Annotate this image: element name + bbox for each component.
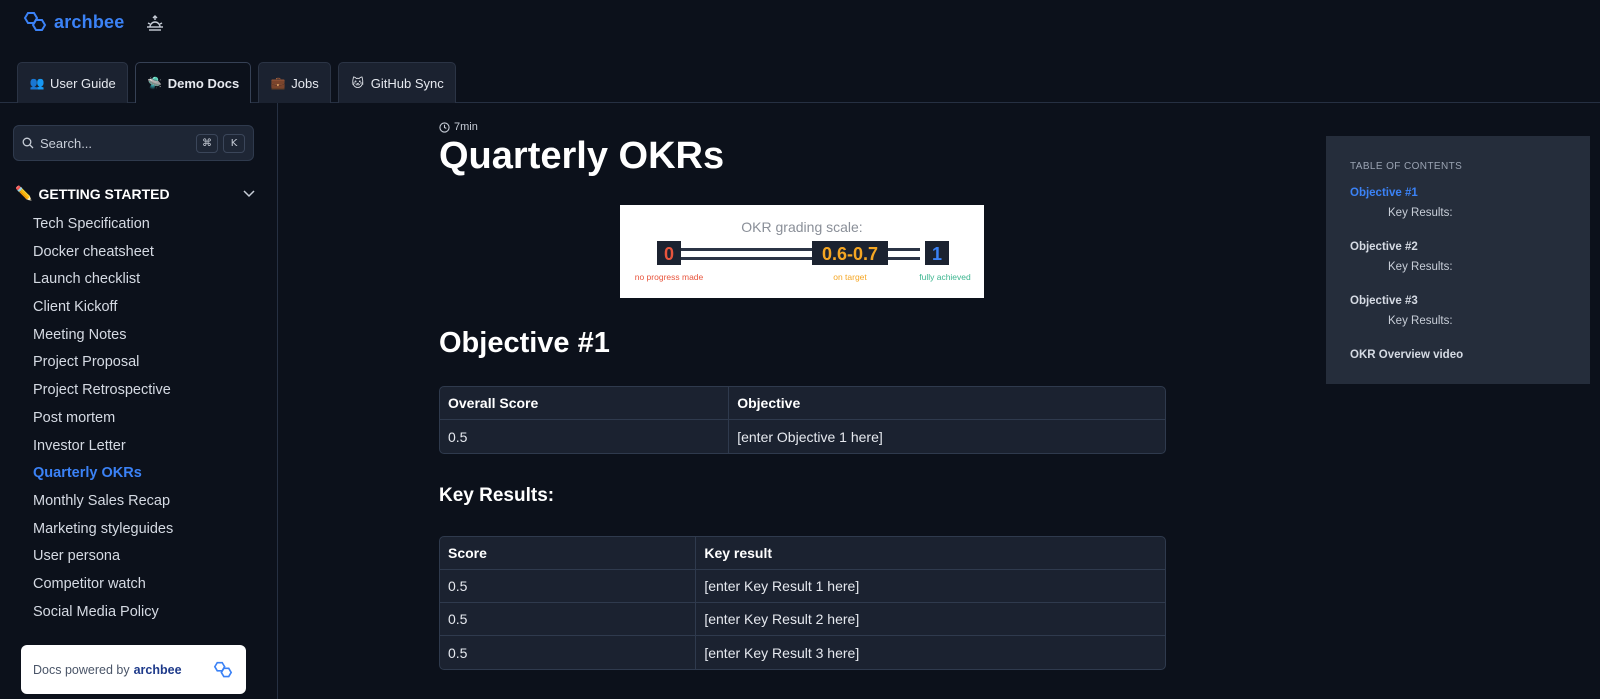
- toc-title: TABLE OF CONTENTS: [1350, 161, 1463, 172]
- sidebar-item-competitor-watch[interactable]: Competitor watch: [33, 571, 173, 599]
- tab-demo-docs[interactable]: 🛸 Demo Docs: [134, 62, 252, 103]
- tab-github-sync[interactable]: 🐱 GitHub Sync: [337, 62, 456, 103]
- chevron-down-icon[interactable]: [243, 189, 255, 198]
- search-input[interactable]: Search... ⌘ K: [13, 125, 254, 161]
- okr-high-value: 1: [932, 244, 942, 264]
- tab-jobs[interactable]: 💼 Jobs: [258, 62, 331, 103]
- key-results-table: Score Key result 0.5 [enter Key Result 1…: [439, 536, 1166, 670]
- okr-scale-graphic: OKR grading scale: 0 0.6-0.7 1 no progre…: [635, 219, 971, 282]
- sidebar-item-client-kickoff[interactable]: Client Kickoff: [33, 294, 173, 322]
- table-of-contents: TABLE OF CONTENTS Objective #1 Key Resul…: [1326, 136, 1590, 384]
- tab-label: Demo Docs: [167, 75, 240, 91]
- tab-label: GitHub Sync: [370, 75, 444, 91]
- okr-grading-scale-image: OKR grading scale: 0 0.6-0.7 1 no progre…: [620, 205, 984, 298]
- shortcut-key-k: K: [223, 133, 245, 153]
- sidebar-item-monthly-sales-recap[interactable]: Monthly Sales Recap: [33, 488, 173, 516]
- briefcase-icon: 💼: [270, 76, 286, 90]
- search-icon: [22, 137, 34, 149]
- toc-link-okr-overview-video[interactable]: OKR Overview video: [1350, 349, 1463, 361]
- cat-icon: 🐱: [351, 76, 364, 90]
- column-header-objective: Objective: [728, 387, 1165, 420]
- key-result-cell[interactable]: [enter Key Result 1 here]: [695, 570, 1165, 603]
- sidebar-item-docker-cheatsheet[interactable]: Docker cheatsheet: [33, 239, 173, 267]
- column-header-score: Score: [440, 537, 696, 570]
- sidebar-item-tech-specification[interactable]: Tech Specification: [33, 211, 173, 239]
- sidebar-item-marketing-styleguides[interactable]: Marketing styleguides: [33, 516, 173, 544]
- okr-low-value: 0: [664, 244, 674, 264]
- score-cell[interactable]: 0.5: [440, 570, 696, 603]
- table-row: 0.5 [enter Key Result 1 here]: [440, 570, 1165, 603]
- product-tabs: 👥 User Guide 🛸 Demo Docs 💼 Jobs 🐱 GitHub…: [17, 62, 456, 103]
- objective-table: Overall Score Objective 0.5 [enter Objec…: [439, 386, 1166, 454]
- brand-name: archbee: [54, 11, 125, 32]
- score-cell[interactable]: 0.5: [440, 636, 695, 669]
- column-header-overall-score: Overall Score: [440, 387, 729, 420]
- sidebar-item-user-persona[interactable]: User persona: [33, 543, 173, 571]
- table-row: 0.5 [enter Objective 1 here]: [440, 420, 1165, 453]
- okr-low-label: no progress made: [635, 272, 704, 282]
- shortcut-key-cmd: ⌘: [196, 133, 218, 153]
- table-row: 0.5 [enter Key Result 3 here]: [440, 636, 1165, 669]
- objective-cell[interactable]: [enter Objective 1 here]: [728, 420, 1165, 453]
- sidebar-item-social-media-policy[interactable]: Social Media Policy: [33, 599, 173, 627]
- column-header-key-result: Key result: [695, 537, 1165, 570]
- section-getting-started[interactable]: ✏️ GETTING STARTED: [15, 185, 255, 202]
- archbee-logo-icon: [213, 661, 233, 677]
- key-result-cell[interactable]: [enter Key Result 3 here]: [695, 636, 1165, 669]
- table-header-row: Overall Score Objective: [440, 387, 1165, 420]
- powered-by-text: Docs powered by: [33, 662, 130, 677]
- powered-by-brand: archbee: [133, 662, 182, 677]
- archbee-logo[interactable]: archbee: [22, 11, 124, 33]
- okr-mid-value: 0.6-0.7: [822, 244, 878, 264]
- toc-sublink-key-results-3[interactable]: Key Results:: [1388, 315, 1453, 327]
- read-time: 7min: [439, 121, 478, 133]
- tab-label: User Guide: [50, 75, 116, 91]
- sidebar-item-launch-checklist[interactable]: Launch checklist: [33, 266, 173, 294]
- theme-toggle-button[interactable]: [144, 12, 166, 34]
- score-cell[interactable]: 0.5: [440, 420, 728, 453]
- ufo-icon: 🛸: [147, 76, 163, 90]
- okr-high-label: fully achieved: [919, 272, 971, 282]
- clock-icon: [439, 121, 450, 133]
- sidebar-item-project-retrospective[interactable]: Project Retrospective: [33, 377, 173, 405]
- score-cell[interactable]: 0.5: [440, 603, 696, 636]
- table-row: 0.5 [enter Key Result 2 here]: [440, 603, 1165, 636]
- archbee-logo-icon: [23, 12, 47, 31]
- top-header: archbee 👥 User Guide 🛸 Demo Docs 💼 Jobs …: [0, 0, 1600, 103]
- toc-link-objective-3[interactable]: Objective #3: [1350, 295, 1418, 307]
- toc-sublink-key-results-2[interactable]: Key Results:: [1388, 261, 1453, 273]
- table-header-row: Score Key result: [440, 537, 1165, 570]
- read-time-value: 7min: [454, 121, 478, 133]
- toc-sublink-key-results-1[interactable]: Key Results:: [1388, 207, 1453, 219]
- sidebar-item-quarterly-okrs[interactable]: Quarterly OKRs: [33, 460, 173, 488]
- tab-user-guide[interactable]: 👥 User Guide: [17, 62, 128, 103]
- okr-caption: OKR grading scale:: [741, 219, 862, 235]
- toc-link-objective-1[interactable]: Objective #1: [1350, 187, 1418, 199]
- tab-label: Jobs: [291, 75, 319, 91]
- pencil-icon: ✏️: [15, 185, 33, 201]
- sidebar-item-project-proposal[interactable]: Project Proposal: [33, 349, 173, 377]
- key-results-heading: Key Results:: [439, 485, 555, 506]
- objective-heading: Objective #1: [439, 327, 610, 359]
- section-title: GETTING STARTED: [38, 185, 170, 202]
- people-icon: 👥: [29, 76, 45, 90]
- sunrise-icon: [147, 15, 163, 31]
- key-result-cell[interactable]: [enter Key Result 2 here]: [695, 603, 1165, 636]
- sidebar-item-investor-letter[interactable]: Investor Letter: [33, 433, 173, 461]
- sidebar-item-meeting-notes[interactable]: Meeting Notes: [33, 322, 173, 350]
- sidebar-item-post-mortem[interactable]: Post mortem: [33, 405, 173, 433]
- search-placeholder: Search...: [40, 135, 93, 151]
- sidebar-nav: Tech Specification Docker cheatsheet Lau…: [33, 211, 173, 626]
- toc-link-objective-2[interactable]: Objective #2: [1350, 241, 1418, 253]
- sidebar: Search... ⌘ K ✏️ GETTING STARTED Tech Sp…: [0, 103, 278, 699]
- powered-by-badge[interactable]: Docs powered by archbee: [21, 645, 246, 694]
- page-title: Quarterly OKRs: [439, 135, 725, 177]
- okr-mid-label: on target: [833, 272, 867, 282]
